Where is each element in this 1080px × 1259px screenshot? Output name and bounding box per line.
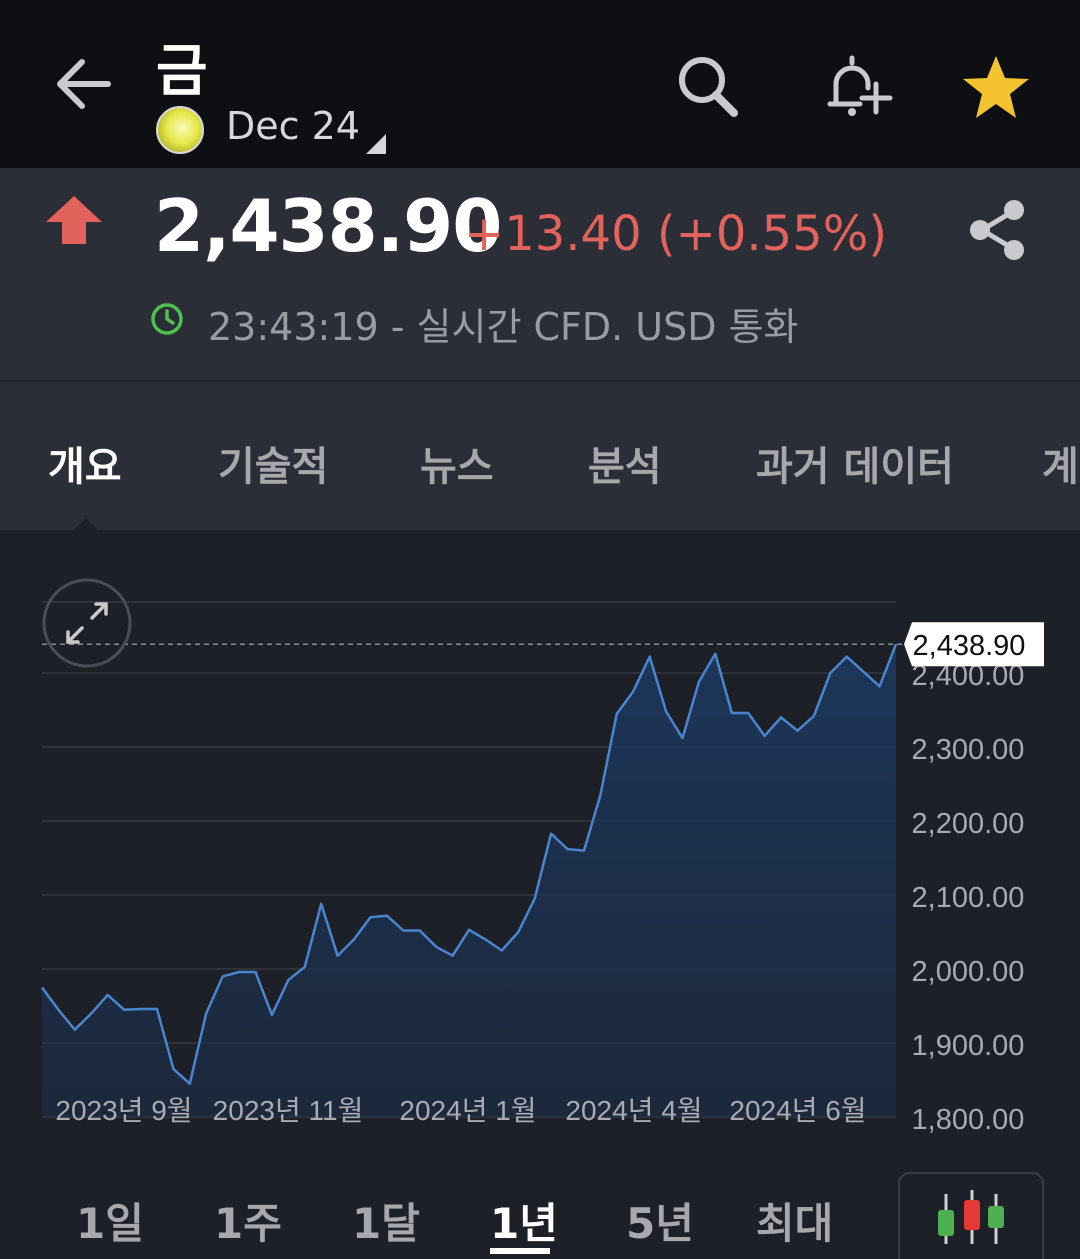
y-tick-label: 1,900.00 [912,1030,1025,1062]
y-tick-label: 1,800.00 [912,1104,1025,1136]
clock-icon [151,303,183,335]
chart-type-button[interactable] [898,1172,1044,1259]
active-range-underline [490,1248,550,1254]
tab-news[interactable]: 뉴스 [420,434,494,492]
x-tick-label: 2023년 11월 [213,1095,364,1126]
quote-panel: 2,438.90 +13.40 (+0.55%) 23:43:19 - 실시간 … [0,168,1080,380]
range-1-year[interactable]: 1년 [490,1190,558,1251]
arrow-up-icon [46,196,102,244]
contract-selector[interactable]: Dec 24 [226,104,360,148]
last-price: 2,438.90 [154,184,502,268]
price-change: +13.40 (+0.55%) [464,206,888,262]
tab-more[interactable]: 계 [1042,434,1079,492]
quote-timestamp: 23:43:19 - 실시간 CFD. USD 통화 [208,305,799,349]
share-icon [970,200,1024,260]
y-tick-label: 2,300.00 [912,734,1025,766]
x-tick-label: 2023년 9월 [55,1095,192,1126]
search-button[interactable] [670,50,746,126]
dropdown-corner-icon[interactable] [366,134,386,154]
star-icon [963,56,1029,118]
favorite-button[interactable] [958,50,1034,126]
current-price-label: 2,438.90 [913,630,1026,662]
range-max[interactable]: 최대 [756,1190,833,1251]
range-1-day[interactable]: 1일 [76,1190,144,1251]
search-icon [679,57,738,117]
tab-technical[interactable]: 기술적 [218,434,328,492]
chart-svg: 2,400.002,300.002,200.002,100.002,000.00… [40,601,1044,1136]
bell-plus-icon [827,55,893,116]
section-tabs: 개요 기술적 뉴스 분석 과거 데이터 계 [0,380,1080,532]
time-range-selector: 1일 1주 1달 1년 5년 최대 [0,1170,1080,1259]
price-chart[interactable]: 2,400.00 2,300.00 2,200.00 2,100.00 2,000.00… [0,530,1080,1170]
share-button[interactable] [962,196,1030,264]
instrument-title: 금 [156,39,208,104]
app-screen: 금 Dec 24 2,438.90 +13.40 (+0.55%) 23:43:… [0,0,1080,1259]
x-tick-label: 2024년 1월 [399,1095,536,1126]
y-tick-label: 2,100.00 [912,882,1025,914]
range-1-month[interactable]: 1달 [352,1190,420,1251]
candlestick-icon [938,1190,1004,1244]
range-5-year[interactable]: 5년 [626,1190,694,1251]
expand-icon [42,578,132,668]
tab-analysis[interactable]: 분석 [588,434,662,492]
tab-overview[interactable]: 개요 [48,434,122,492]
x-tick-label: 2024년 6월 [729,1095,866,1126]
x-tick-label: 2024년 4월 [565,1095,702,1126]
range-1-week[interactable]: 1주 [214,1190,282,1251]
fullscreen-button[interactable] [42,578,132,668]
app-header: 금 Dec 24 [0,0,1080,168]
area-fill [42,644,896,1117]
gold-coin-icon [156,106,204,154]
y-tick-label: 2,200.00 [912,808,1025,840]
y-tick-label: 2,000.00 [912,956,1025,988]
add-alert-button[interactable] [820,50,896,126]
arrow-left-icon [57,59,111,109]
tab-historical-data[interactable]: 과거 데이터 [756,434,954,492]
back-button[interactable] [48,48,120,120]
